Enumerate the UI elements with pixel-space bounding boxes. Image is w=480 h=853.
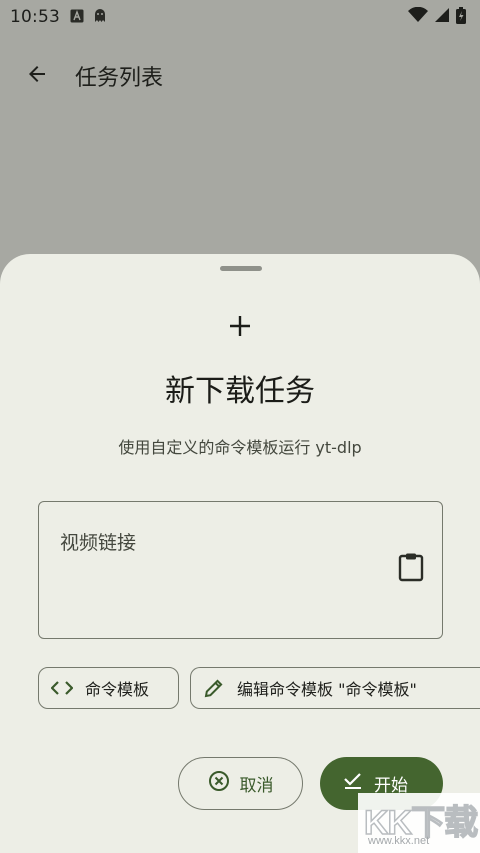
- site-watermark: KK下载 www.kkx.net: [358, 793, 480, 853]
- code-icon: [51, 677, 73, 699]
- page-title: 任务列表: [75, 66, 164, 91]
- status-left-icons: [70, 7, 108, 27]
- cancel-button-label: 取消: [239, 776, 274, 796]
- sheet-title: 新下载任务: [165, 374, 315, 409]
- watermark-url-text: www.kkx.net: [368, 835, 430, 847]
- back-button[interactable]: [13, 52, 61, 100]
- ghost-app-icon: [92, 7, 108, 27]
- drag-handle[interactable]: [220, 266, 262, 271]
- check-icon: [344, 773, 362, 794]
- video-url-input[interactable]: 视频链接: [38, 501, 443, 639]
- cancel-button[interactable]: 取消: [178, 757, 303, 810]
- video-url-placeholder: 视频链接: [60, 532, 137, 554]
- edit-command-template-chip[interactable]: 编辑命令模板 "命令模板": [190, 667, 480, 709]
- command-template-chip-label: 命令模板: [85, 680, 150, 699]
- sheet-subtitle: 使用自定义的命令模板运行 yt-dlp: [118, 438, 362, 457]
- command-template-chip[interactable]: 命令模板: [38, 667, 179, 709]
- edit-pencil-icon: [203, 677, 225, 699]
- battery-icon: [456, 6, 466, 28]
- new-task-bottom-sheet: 新下载任务 使用自定义的命令模板运行 yt-dlp 视频链接 命令模板 编辑命令…: [0, 254, 480, 853]
- status-right-icons: [408, 6, 466, 28]
- top-app-bar: 任务列表: [0, 44, 480, 108]
- clipboard-icon: [398, 552, 424, 586]
- wifi-icon: [408, 6, 428, 27]
- edit-command-template-chip-label: 编辑命令模板 "命令模板": [237, 680, 417, 699]
- signal-icon: [434, 7, 450, 27]
- status-time: 10:53: [10, 7, 60, 27]
- cancel-circle-icon: [208, 770, 230, 797]
- status-bar: 10:53: [0, 0, 480, 34]
- a-notification-icon: [70, 8, 84, 27]
- arrow-back-icon: [25, 62, 49, 90]
- add-icon: [226, 312, 254, 340]
- paste-clipboard-button[interactable]: [396, 552, 426, 586]
